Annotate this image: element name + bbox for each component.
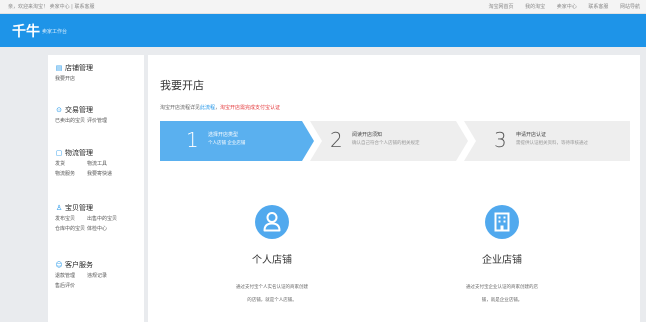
sidebar-item-sold[interactable]: 已卖出的宝贝 (55, 116, 87, 126)
progress-steps: 1 选择开店类型 个人店铺 企业店铺 2 阅读开店须知 确认自己符合个人店铺的相… (160, 121, 630, 161)
notice-warning: 淘宝开店需完成支付宝认证 (220, 105, 281, 111)
step-title: 选择开店类型 (208, 132, 239, 138)
step-number: 2 (330, 128, 343, 152)
sidebar-item-refunds[interactable]: 退款管理 (55, 271, 87, 281)
app-header: 千牛 卖家工作台 (0, 14, 646, 47)
card-title: 个人店铺 (252, 255, 292, 266)
sidebar-item-logistics-tools[interactable]: 物流工具 (87, 159, 119, 169)
sidebar-section-title[interactable]: ☺ 客户服务 (55, 260, 119, 270)
enterprise-shop-card[interactable]: 企业店铺 通过支付宝企业认证的商家创建的店 铺，就是企业店铺。 (422, 205, 582, 307)
sidebar-section-shop: ▤ 店铺管理 我要开店 (55, 63, 93, 84)
qianniu-logo[interactable]: 千牛 (12, 21, 40, 41)
sidebar-item-on-sale[interactable]: 出售中的宝贝 (87, 214, 119, 224)
sidebar-item-warehouse[interactable]: 仓库中的宝贝 (55, 224, 87, 234)
topbar-greeting[interactable]: 亲，欢迎来淘宝！ 卖家中心 | 联系客服 (8, 3, 94, 10)
page-title: 我要开店 (160, 79, 204, 92)
step-number: 1 (186, 128, 199, 152)
sidebar: ▤ 店铺管理 我要开店 ⊙ 交易管理 已卖出的宝贝 评价管理 ▢ 物流管理 发货 物流工具… (48, 55, 144, 322)
sidebar-item-send-express[interactable]: 我要寄快递 (87, 169, 119, 179)
card-title: 企业店铺 (482, 255, 522, 266)
sidebar-item-open-shop[interactable]: 我要开店 (55, 74, 87, 84)
card-desc: 通过支付宝企业认证的商家创建的店 铺，就是企业店铺。 (466, 285, 538, 303)
step-title: 阅读开店须知 (352, 132, 383, 138)
topbar-link-home[interactable]: 淘宝网首页 (489, 4, 514, 10)
step-1[interactable]: 1 选择开店类型 个人店铺 企业店铺 (160, 121, 314, 161)
shop-icon: ▤ (55, 64, 63, 72)
topbar-link-support[interactable]: 联系客服 (588, 4, 608, 10)
sidebar-section-title[interactable]: ▤ 店铺管理 (55, 63, 93, 73)
notice-link[interactable]: 此流程 (200, 105, 215, 111)
step-2[interactable]: 2 阅读开店须知 确认自己符合个人店铺的相关规定 (310, 121, 468, 161)
building-icon (485, 205, 519, 239)
step-number: 3 (494, 128, 507, 152)
topbar-link-seller-center[interactable]: 卖家中心 (557, 4, 577, 10)
topbar-link-my-taobao[interactable]: 我的淘宝 (525, 4, 545, 10)
step-3[interactable]: 3 申请开店认证 需提供认证相关资料，等待审核通过 (464, 121, 630, 161)
top-navigation-bar: 亲，欢迎来淘宝！ 卖家中心 | 联系客服 淘宝网首页 我的淘宝 卖家中心 联系客… (0, 0, 646, 14)
service-icon: ☺ (55, 261, 63, 269)
personal-shop-card[interactable]: 个人店铺 通过支付宝个人实名认证的商家创建 的店铺，就是个人店铺。 (192, 205, 352, 307)
notice-line: 淘宝开店流程详见此流程，淘宝开店需完成支付宝认证 (160, 105, 281, 111)
step-desc: 需提供认证相关资料，等待审核通过 (516, 141, 588, 146)
topbar-links: 淘宝网首页 我的淘宝 卖家中心 联系客服 网站导航 (479, 3, 640, 10)
step-title: 申请开店认证 (516, 132, 547, 138)
main-panel: 我要开店 淘宝开店流程详见此流程，淘宝开店需完成支付宝认证 1 选择开店类型 个… (148, 55, 640, 322)
sidebar-item-reviews[interactable]: 评价管理 (87, 116, 119, 126)
sidebar-section-logistics: ▢ 物流管理 发货 物流工具 物流服务 我要寄快递 (55, 148, 119, 179)
step-desc: 个人店铺 企业店铺 (208, 141, 246, 146)
sidebar-item-after-sale[interactable]: 售后评价 (55, 281, 87, 291)
sidebar-item-checkup[interactable]: 体检中心 (87, 224, 119, 234)
sidebar-item-publish[interactable]: 发布宝贝 (55, 214, 87, 224)
sidebar-item-violations[interactable]: 违规记录 (87, 271, 119, 281)
sidebar-item-ship[interactable]: 发货 (55, 159, 87, 169)
card-desc: 通过支付宝个人实名认证的商家创建 的店铺，就是个人店铺。 (236, 285, 308, 303)
topbar-link-site-nav[interactable]: 网站导航 (620, 4, 640, 10)
sidebar-section-title[interactable]: ⊙ 交易管理 (55, 105, 119, 115)
sidebar-item-logistics-service[interactable]: 物流服务 (55, 169, 87, 179)
header-subtitle: 卖家工作台 (42, 29, 68, 35)
sidebar-section-trade: ⊙ 交易管理 已卖出的宝贝 评价管理 (55, 105, 119, 126)
step-desc: 确认自己符合个人店铺的相关规定 (352, 141, 420, 146)
goods-icon: ♙ (55, 204, 63, 212)
logistics-icon: ▢ (55, 149, 63, 157)
sidebar-section-service: ☺ 客户服务 退款管理 违规记录 售后评价 (55, 260, 119, 291)
sidebar-section-goods: ♙ 宝贝管理 发布宝贝 出售中的宝贝 仓库中的宝贝 体检中心 (55, 203, 119, 234)
sidebar-section-title[interactable]: ▢ 物流管理 (55, 148, 119, 158)
trade-icon: ⊙ (56, 106, 62, 114)
sidebar-section-title[interactable]: ♙ 宝贝管理 (55, 203, 119, 213)
person-icon (255, 205, 289, 239)
